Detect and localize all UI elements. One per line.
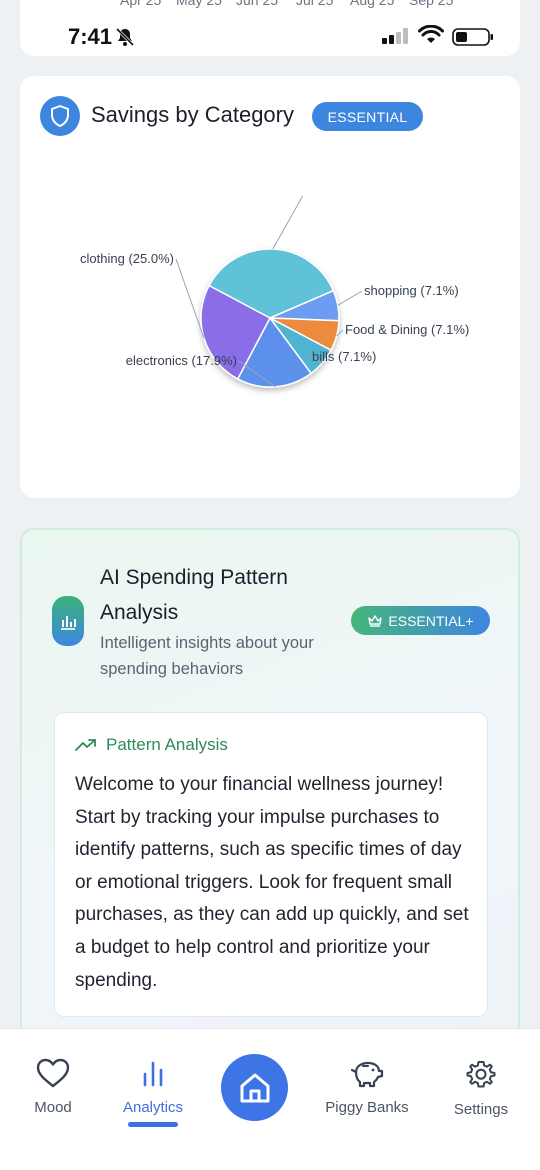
battery-icon [452, 28, 493, 46]
pattern-analysis-text: Welcome to your financial wellness journ… [75, 774, 469, 991]
essential-badge: ESSENTIAL [312, 102, 423, 131]
x-tick-label: May 25 [176, 0, 222, 8]
essential-plus-badge: ESSENTIAL+ [351, 606, 490, 635]
pie-label: bills (7.1%) [312, 349, 376, 364]
nav-settings[interactable]: Settings [450, 1058, 512, 1118]
gear-icon [466, 1061, 496, 1088]
pie-label: clothing (25.0%) [80, 251, 174, 266]
x-tick-label: Aug 25 [350, 0, 395, 8]
ai-card-subtitle: Intelligent insights about your spending… [100, 634, 314, 678]
x-tick-label: Jul 25 [296, 0, 334, 8]
active-tab-indicator [128, 1122, 178, 1127]
pie-leader-line [272, 182, 311, 250]
shield-icon [40, 96, 80, 136]
crown-icon [368, 615, 383, 627]
nav-analytics-label: Analytics [122, 1099, 184, 1116]
nav-mood-label: Mood [34, 1099, 72, 1116]
pie-label: Food & Dining (7.1%) [345, 322, 469, 337]
pattern-analysis-label: Pattern Analysis [106, 735, 228, 754]
nav-piggy-banks[interactable]: Piggy Banks [322, 1060, 412, 1116]
home-icon [240, 1073, 269, 1102]
x-axis-labels: Apr 25 May 25 Jun 25 Jul 25 Aug 25 Sep 2… [100, 0, 480, 12]
trending-up-icon [75, 739, 96, 751]
pattern-analysis-heading: Pattern Analysis [75, 735, 228, 755]
essential-plus-label: ESSENTIAL+ [388, 612, 474, 629]
wifi-icon [418, 25, 444, 43]
pie-chart-svg: travel (35.7%)shopping (7.1%)Food & Dini… [80, 175, 469, 388]
pattern-analysis-box: Pattern Analysis Welcome to your financi… [54, 712, 488, 1017]
heart-icon [36, 1058, 70, 1088]
pie-label: electronics (17.9%) [126, 353, 237, 368]
pie-chart: travel (35.7%)shopping (7.1%)Food & Dini… [20, 175, 520, 436]
savings-by-category-card: Savings by Category ESSENTIAL travel (35… [20, 76, 520, 498]
card-title: Savings by Category [91, 102, 294, 127]
home-button[interactable] [221, 1054, 288, 1121]
x-tick-label: Apr 25 [120, 0, 162, 8]
piggy-bank-icon [350, 1061, 384, 1088]
pie-leader-line [175, 258, 205, 339]
ai-card-title: AI Spending Pattern Analysis [100, 566, 288, 624]
nav-mood[interactable]: Mood [24, 1058, 82, 1116]
clock: 7:41 [68, 24, 113, 49]
ai-spending-pattern-card: AI Spending Pattern Analysis Intelligent… [20, 528, 520, 1048]
nav-piggy-banks-label: Piggy Banks [325, 1099, 409, 1116]
bar-chart-icon [52, 596, 84, 646]
nav-analytics[interactable]: Analytics [120, 1058, 186, 1116]
nav-settings-label: Settings [453, 1101, 509, 1118]
signal-icon [382, 28, 408, 44]
x-tick-label: Jun 25 [236, 0, 279, 8]
x-tick-label: Sep 25 [409, 0, 454, 8]
bell-slash-icon [115, 27, 135, 47]
bar-chart-icon [143, 1061, 163, 1087]
pie-leader-line [337, 290, 363, 306]
pie-label: shopping (7.1%) [364, 283, 459, 298]
status-bar: 7:41 [0, 18, 540, 58]
